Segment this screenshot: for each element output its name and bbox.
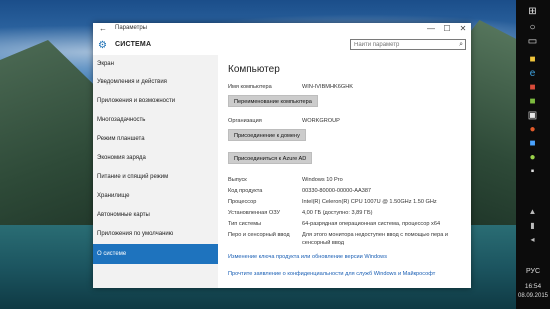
clock-time[interactable]: 16:54 — [516, 283, 550, 290]
spec-label: Код продукта — [228, 188, 263, 194]
spec-label: Выпуск — [228, 177, 247, 183]
spec-label: Процессор — [228, 199, 257, 205]
join-azure-ad-button[interactable]: Присоединиться к Azure AD — [228, 152, 313, 164]
sidebar-item-about[interactable]: О системе — [93, 244, 218, 264]
settings-header: ⚙ СИСТЕМА ⌕ — [93, 35, 471, 55]
minimize-button[interactable]: — — [423, 23, 439, 35]
spec-value: Intel(R) Celeron(R) CPU 1007U @ 1.50GHz … — [302, 199, 437, 205]
app-icon-gray[interactable]: ▪ — [525, 166, 540, 178]
change-product-key-link[interactable]: Изменение ключа продукта или обновление … — [228, 254, 387, 260]
close-button[interactable]: ✕ — [455, 23, 471, 35]
organization-label: Организация — [228, 118, 262, 124]
privacy-statement-link[interactable]: Прочтите заявление о конфиденциальности … — [228, 271, 435, 277]
gear-icon: ⚙ — [98, 40, 107, 51]
cortana-icon[interactable]: ○ — [525, 22, 540, 34]
sidebar-item-offline-maps[interactable]: Автономные карты — [93, 206, 218, 224]
file-explorer-icon[interactable]: ■ — [525, 54, 540, 66]
spec-value-continued: сенсорный ввод — [302, 240, 344, 246]
app-icon-lime[interactable]: ● — [525, 152, 540, 164]
rename-computer-button[interactable]: Переименование компьютера — [228, 95, 318, 107]
computer-name-value: WIN-IVIBMHK6GHK — [302, 84, 353, 90]
search-input[interactable] — [354, 40, 450, 49]
sidebar-item-storage[interactable]: Хранилище — [93, 187, 218, 205]
sidebar: Экран Уведомления и действия Приложения … — [93, 55, 218, 288]
spec-label: Установленная ОЗУ — [228, 210, 281, 216]
sidebar-item-battery-saver[interactable]: Экономия заряда — [93, 149, 218, 167]
window-title: Параметры — [115, 25, 147, 31]
spec-value: 4,00 ГБ (доступно: 3,89 ГБ) — [302, 210, 373, 216]
edge-icon[interactable]: e — [525, 68, 540, 80]
sidebar-item-multitasking[interactable]: Многозадачность — [93, 111, 218, 129]
organization-value: WORKGROUP — [302, 118, 340, 124]
sidebar-item-default-apps[interactable]: Приложения по умолчанию — [93, 225, 218, 243]
app-icon-blue[interactable]: ■ — [525, 138, 540, 150]
maximize-button[interactable]: ☐ — [439, 23, 455, 35]
search-box[interactable]: ⌕ — [350, 39, 466, 50]
sidebar-item-display[interactable]: Экран — [93, 55, 218, 73]
computer-name-label: Имя компьютера — [228, 84, 272, 90]
join-domain-button[interactable]: Присоединение к домену — [228, 129, 306, 141]
language-indicator[interactable]: РУС — [516, 268, 550, 275]
volume-icon[interactable]: ◂ — [525, 234, 540, 246]
spec-label: Перо и сенсорный ввод — [228, 232, 290, 238]
section-title: Компьютер — [228, 64, 280, 75]
clock-date[interactable]: 08.09.2015 — [516, 293, 550, 299]
sidebar-item-notifications[interactable]: Уведомления и действия — [93, 73, 218, 91]
app-icon-orange[interactable]: ● — [525, 124, 540, 136]
app-icon-green[interactable]: ■ — [525, 96, 540, 108]
window-titlebar[interactable]: ← Параметры — ☐ ✕ — [93, 23, 471, 35]
spec-value: 64-разрядная операционная система, проце… — [302, 221, 441, 227]
search-icon[interactable]: ⌕ — [459, 40, 463, 49]
content-pane: Компьютер Имя компьютера WIN-IVIBMHK6GHK… — [218, 55, 471, 288]
sidebar-item-power-sleep[interactable]: Питание и спящий режим — [93, 168, 218, 186]
task-view-icon[interactable]: ▭ — [525, 36, 540, 48]
spec-value: 00330-80000-00000-AA387 — [302, 188, 372, 194]
sidebar-item-apps-features[interactable]: Приложения и возможности — [93, 92, 218, 110]
settings-window: ← Параметры — ☐ ✕ ⚙ СИСТЕМА ⌕ Экран Увед… — [93, 23, 471, 288]
store-icon[interactable]: ■ — [525, 82, 540, 94]
network-icon[interactable]: ▮ — [525, 220, 540, 232]
sidebar-item-tablet-mode[interactable]: Режим планшета — [93, 130, 218, 148]
notification-tray-icon[interactable]: ▲ — [525, 206, 540, 218]
page-title: СИСТЕМА — [115, 41, 152, 48]
spec-value: Windows 10 Pro — [302, 177, 343, 183]
start-icon[interactable]: ⊞ — [525, 6, 540, 18]
taskbar: ⊞ ○ ▭ ■ e ■ ■ ▣ ● ■ ● ▪ ▲ ▮ ◂ РУС 16:54 … — [516, 0, 550, 309]
spec-label: Тип системы — [228, 221, 262, 227]
app-icon-white[interactable]: ▣ — [525, 110, 540, 122]
spec-value: Для этого монитора недоступен ввод с пом… — [302, 232, 449, 238]
back-arrow-icon[interactable]: ← — [99, 24, 107, 33]
